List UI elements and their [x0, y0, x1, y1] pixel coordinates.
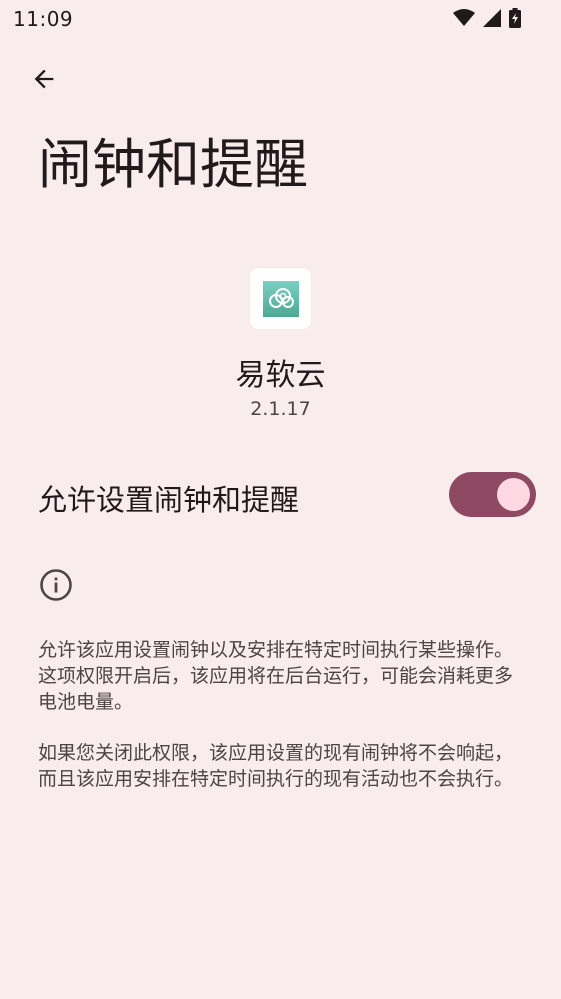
arrow-back-icon: [30, 65, 58, 97]
battery-charging-icon: [509, 8, 521, 32]
app-version: 2.1.17: [250, 398, 311, 420]
info-paragraph-2: 如果您关闭此权限，该应用设置的现有闹钟将不会响起，而且该应用安排在特定时间执行的…: [38, 742, 514, 790]
permission-switch[interactable]: [449, 472, 536, 517]
app-name: 易软云: [235, 358, 326, 393]
status-icons: [453, 8, 521, 32]
status-bar: 11:09: [0, 0, 561, 38]
back-button[interactable]: [25, 62, 63, 100]
switch-thumb: [497, 478, 530, 511]
app-icon: [250, 268, 311, 329]
permission-label: 允许设置闹钟和提醒: [38, 483, 300, 517]
permission-toggle-row[interactable]: 允许设置闹钟和提醒: [0, 455, 561, 535]
status-time: 11:09: [13, 7, 74, 31]
wifi-icon: [453, 9, 475, 31]
info-paragraph-1: 允许该应用设置闹钟以及安排在特定时间执行某些操作。这项权限开启后，该应用将在后台…: [38, 639, 514, 713]
signal-icon: [483, 9, 501, 31]
page-title: 闹钟和提醒: [38, 133, 308, 196]
info-icon: [39, 568, 73, 602]
app-logo-icon: [262, 280, 299, 317]
